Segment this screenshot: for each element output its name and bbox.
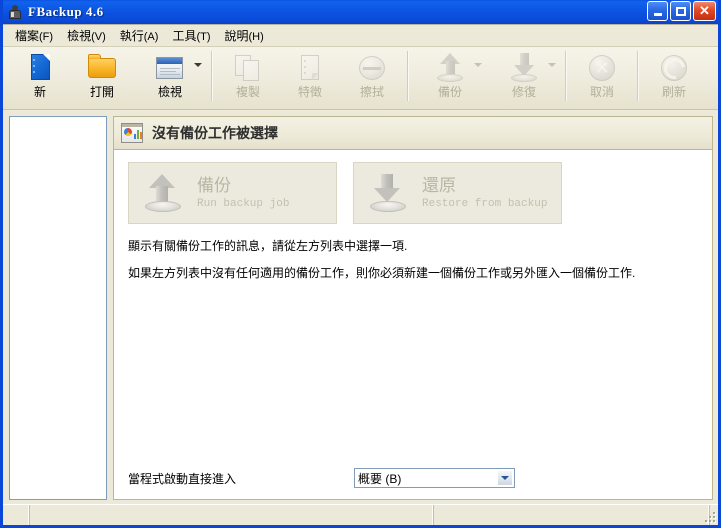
maximize-button[interactable] (670, 1, 691, 21)
menu-mnemonic: (V) (91, 31, 106, 43)
resize-grip[interactable] (703, 510, 717, 524)
new-document-icon (24, 52, 56, 84)
menu-item-view[interactable]: 檢視(V) (60, 25, 113, 46)
minimize-button[interactable] (647, 1, 668, 21)
menu-mnemonic: (A) (144, 31, 159, 43)
menu-item-help[interactable]: 說明(H) (218, 25, 271, 46)
refresh-icon (658, 52, 690, 84)
app-icon[interactable] (7, 4, 23, 20)
application-window: FBackup 4.6 ✕ 檔案(F) 檢視(V) 執行(A) (0, 0, 721, 528)
menu-mnemonic: (H) (249, 31, 264, 43)
toolbar-label: 備份 (438, 86, 462, 99)
status-pane-1 (29, 505, 433, 525)
title-bar[interactable]: FBackup 4.6 ✕ (3, 0, 718, 24)
menu-item-action[interactable]: 執行(A) (113, 25, 166, 46)
content-body: 備份 Run backup job 還原 (113, 149, 713, 500)
view-window-icon (154, 52, 186, 84)
cancel-icon: ✕ (586, 52, 618, 84)
arrow-down-icon (368, 173, 408, 213)
menu-mnemonic: (T) (196, 31, 210, 43)
info-text-line-1: 顯示有關備份工作的訊息，請從左方列表中選擇一項. (128, 238, 698, 254)
info-text-line-2: 如果左方列表中沒有任何適用的備份工作，則你必須新建一個備份工作或另外匯入一個備份… (128, 265, 698, 281)
toolbar-label: 特徵 (298, 86, 322, 99)
action-subtitle: Run backup job (197, 197, 289, 211)
client-area: 檔案(F) 檢視(V) 執行(A) 工具(T) 說明(H) (3, 24, 718, 525)
toolbar-label: 刷新 (662, 86, 686, 99)
toolbar-separator (211, 51, 213, 101)
menu-item-file[interactable]: 檔案(F) (8, 25, 60, 46)
toolbar-button-view[interactable]: 檢視 (133, 49, 207, 105)
content-panel: 沒有備份工作被選擇 備份 Run backup job (113, 116, 713, 500)
toolbar-label: 擦拭 (360, 86, 384, 99)
content-header: 沒有備份工作被選擇 (113, 116, 713, 149)
action-subtitle: Restore from backup (422, 197, 547, 211)
erase-icon (356, 52, 388, 84)
menu-item-tools[interactable]: 工具(T) (165, 25, 217, 46)
action-title: 備份 (197, 176, 289, 196)
menu-label: 工具 (172, 29, 196, 43)
toolbar-separator (407, 51, 409, 101)
menu-label: 檢視 (67, 29, 91, 43)
window-controls: ✕ (647, 1, 716, 21)
restore-backup-button[interactable]: 還原 Restore from backup (353, 162, 562, 224)
startup-row: 當程式啟動直接進入 概要 (B) (128, 468, 698, 499)
chevron-down-icon[interactable] (474, 63, 482, 67)
toolbar: 新 打開 檢視 (3, 47, 718, 110)
toolbar-button-backup[interactable]: 備份 (413, 49, 487, 105)
status-bar (3, 504, 718, 525)
toolbar-button-copy[interactable]: 複製 (217, 49, 279, 105)
toolbar-separator (565, 51, 567, 101)
toolbar-label: 取消 (590, 86, 614, 99)
toolbar-label: 複製 (236, 86, 260, 99)
toolbar-separator (637, 51, 639, 101)
toolbar-button-new[interactable]: 新 (9, 49, 71, 105)
minimize-icon (654, 13, 662, 16)
arrow-up-icon (143, 173, 183, 213)
main-body: 沒有備份工作被選擇 備份 Run backup job (3, 110, 718, 504)
open-folder-icon (86, 52, 118, 84)
toolbar-button-open[interactable]: 打開 (71, 49, 133, 105)
chevron-down-icon[interactable] (497, 470, 513, 486)
chevron-down-icon[interactable] (194, 63, 202, 67)
toolbar-button-restore[interactable]: 修復 (487, 49, 561, 105)
toolbar-button-refresh[interactable]: 刷新 (643, 49, 705, 105)
toolbar-label: 打開 (90, 86, 114, 99)
toolbar-button-erase[interactable]: 擦拭 (341, 49, 403, 105)
toolbar-button-cancel[interactable]: ✕ 取消 (571, 49, 633, 105)
menu-label: 檔案 (15, 29, 39, 43)
toolbar-label: 新 (34, 86, 46, 99)
maximize-icon (676, 7, 686, 16)
restore-arrow-down-icon (508, 52, 540, 84)
startup-view-select[interactable]: 概要 (B) (354, 468, 515, 488)
close-icon: ✕ (699, 5, 710, 17)
chart-presentation-icon (121, 123, 143, 143)
run-backup-button[interactable]: 備份 Run backup job (128, 162, 337, 224)
status-pane-2 (433, 505, 709, 525)
chevron-down-icon[interactable] (548, 63, 556, 67)
close-button[interactable]: ✕ (693, 1, 716, 21)
backup-job-list[interactable] (9, 116, 107, 500)
toolbar-label: 檢視 (158, 86, 182, 99)
menu-mnemonic: (F) (39, 31, 53, 43)
menu-label: 執行 (120, 29, 144, 43)
backup-arrow-up-icon (434, 52, 466, 84)
startup-label: 當程式啟動直接進入 (128, 470, 236, 487)
menu-bar: 檔案(F) 檢視(V) 執行(A) 工具(T) 說明(H) (3, 25, 718, 47)
window-title: FBackup 4.6 (28, 4, 104, 20)
action-button-row: 備份 Run backup job 還原 (128, 162, 698, 224)
action-title: 還原 (422, 176, 547, 196)
toolbar-label: 修復 (512, 86, 536, 99)
status-pane-0 (3, 505, 29, 525)
copy-pages-icon (232, 52, 264, 84)
startup-select-value: 概要 (B) (355, 470, 401, 487)
toolbar-button-properties[interactable]: 特徵 (279, 49, 341, 105)
menu-label: 說明 (225, 29, 249, 43)
properties-icon (294, 52, 326, 84)
page-title: 沒有備份工作被選擇 (152, 123, 278, 143)
